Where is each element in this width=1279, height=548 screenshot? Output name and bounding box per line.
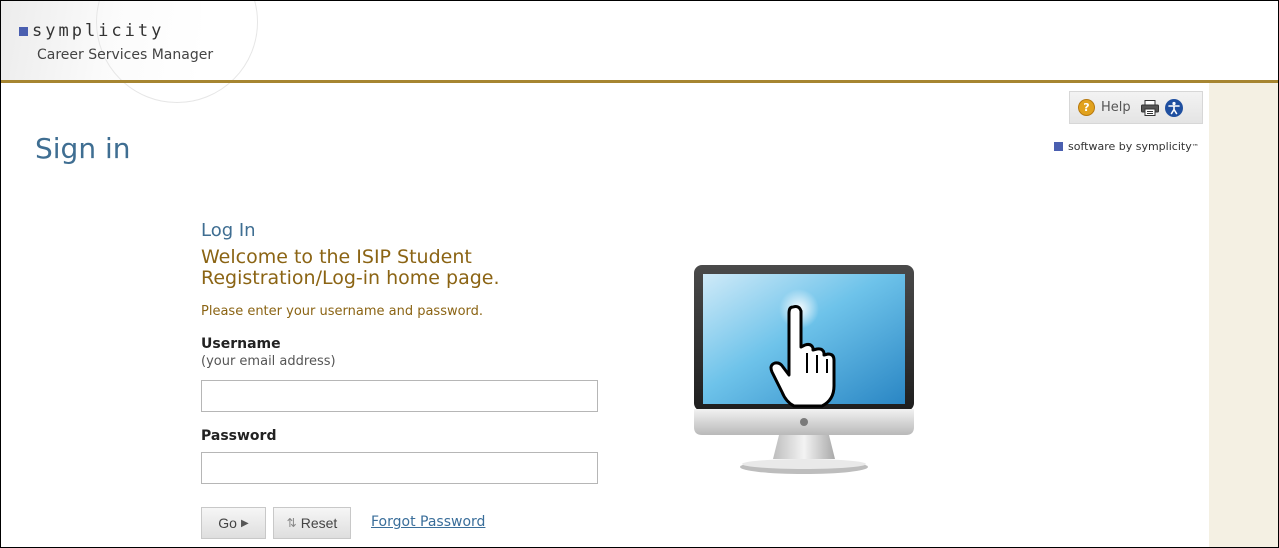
brand-square-icon	[19, 26, 28, 36]
reset-button-label: Reset	[300, 515, 338, 531]
brand-logo: symplicity	[19, 21, 164, 41]
help-icon[interactable]: ?	[1078, 99, 1095, 116]
trademark-symbol: ™	[1191, 142, 1199, 151]
password-label: Password	[201, 428, 277, 444]
go-button-label: Go	[218, 515, 237, 531]
reset-icon: ⇅	[286, 516, 297, 530]
username-input[interactable]	[201, 380, 598, 412]
accessibility-icon[interactable]	[1164, 98, 1183, 117]
username-label: Username	[201, 336, 281, 352]
forgot-password-link[interactable]: Forgot Password	[371, 514, 485, 530]
play-arrow-icon: ▶	[240, 517, 249, 529]
brand-name: symplicity	[32, 21, 165, 41]
page-frame: symplicity Career Services Manager ? Hel…	[0, 0, 1279, 548]
header: symplicity Career Services Manager	[1, 1, 1278, 103]
symplicity-square-icon	[1054, 142, 1063, 151]
login-heading: Log In	[201, 220, 256, 241]
username-hint: (your email address)	[201, 354, 336, 369]
right-sidebar-panel	[1209, 83, 1278, 547]
help-link[interactable]: Help	[1101, 100, 1131, 115]
reset-button[interactable]: ⇅ Reset	[273, 507, 351, 539]
brand-subtitle: Career Services Manager	[37, 47, 214, 63]
login-instructions: Please enter your username and password.	[201, 304, 484, 319]
software-by-badge: software by symplicity ™	[1054, 140, 1199, 153]
page-title: Sign in	[35, 132, 131, 165]
monitor-illustration	[694, 265, 914, 474]
utility-toolbar: ? Help	[1069, 91, 1203, 124]
welcome-message: Welcome to the ISIP Student Registration…	[201, 246, 500, 289]
go-button[interactable]: Go ▶	[201, 507, 266, 539]
header-divider	[1, 80, 1278, 83]
software-by-text: software by symplicity	[1068, 140, 1192, 153]
password-input[interactable]	[201, 452, 598, 484]
print-icon[interactable]	[1140, 99, 1159, 116]
